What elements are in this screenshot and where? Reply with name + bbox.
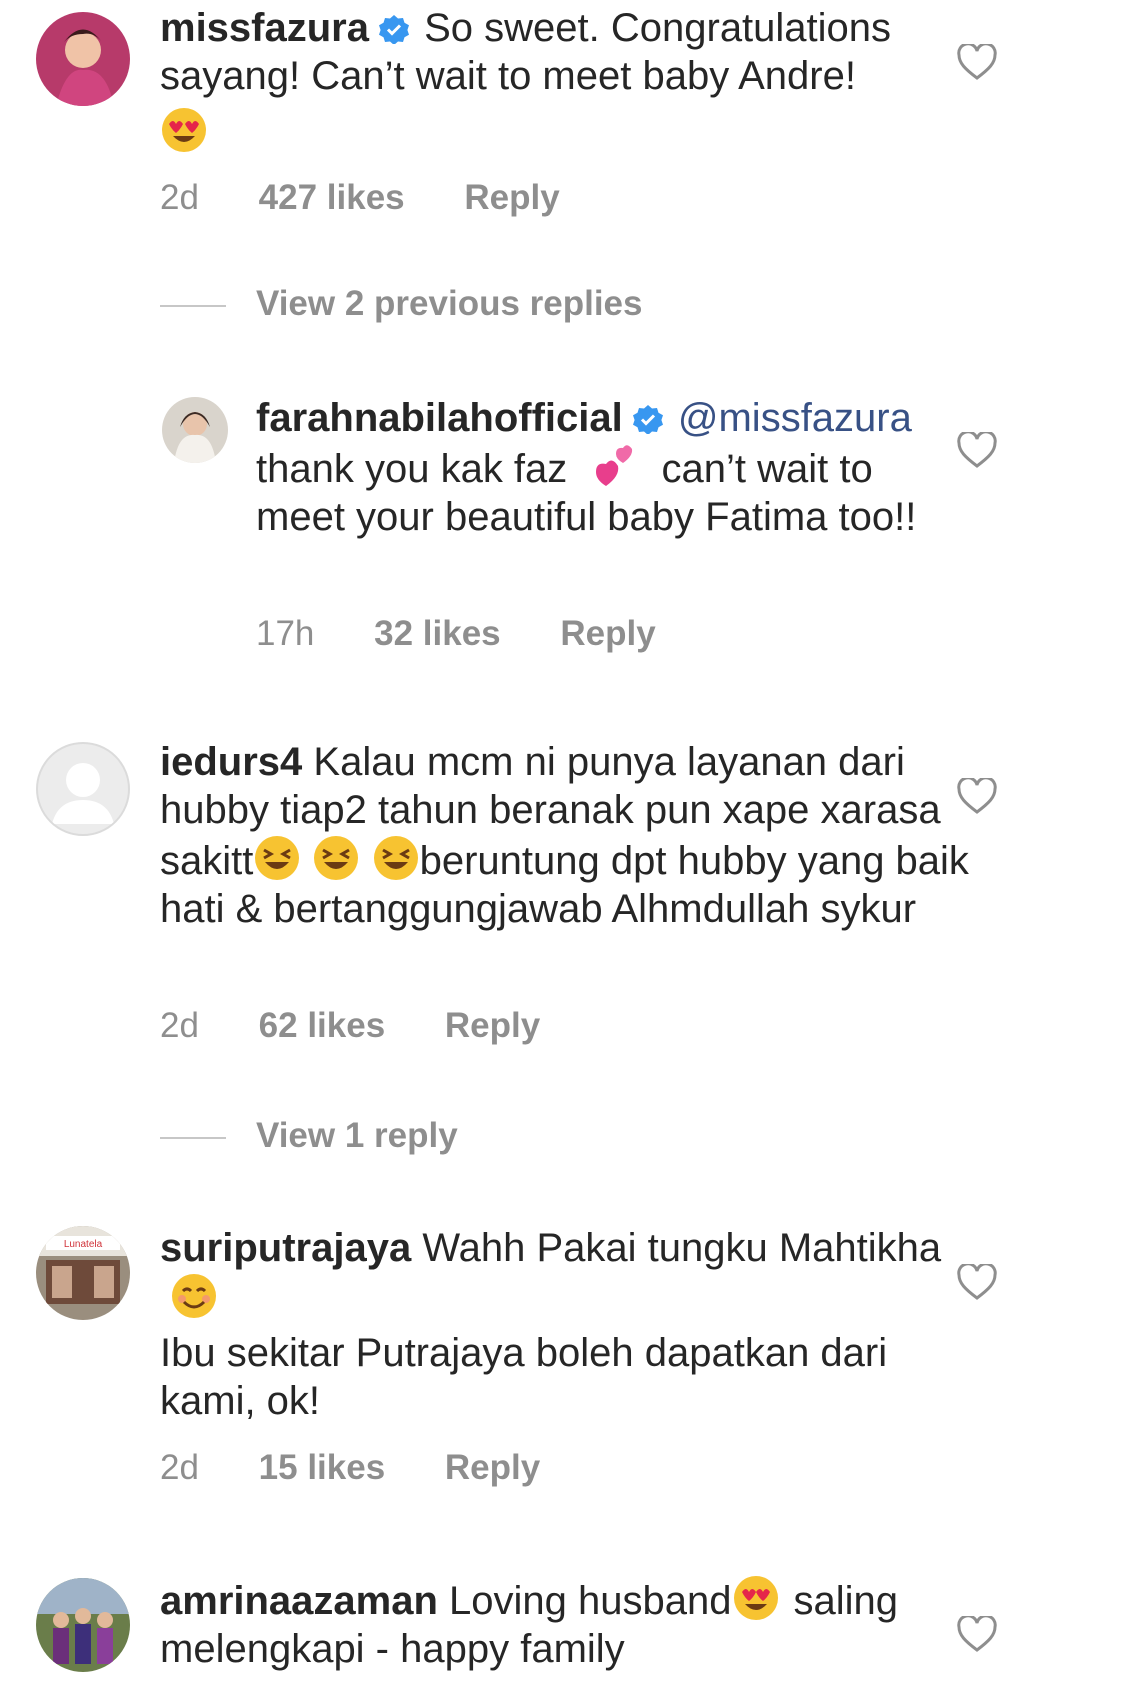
comment-text: Wahh Pakai tungku Mahtikha [422,1226,942,1270]
heart-eyes-emoji-icon [162,108,206,152]
username[interactable]: missfazura [160,6,369,50]
username[interactable]: suriputrajaya [160,1226,411,1270]
divider-line [160,1136,226,1139]
comment-time: 17h [256,614,315,653]
comment-time: 2d [160,178,199,217]
view-replies-button[interactable]: View 1 reply [160,1116,458,1156]
reply-button[interactable]: Reply [445,1448,540,1487]
comment-text: Loving husband [449,1579,732,1623]
avatar[interactable] [36,742,130,836]
comment-time: 2d [160,1006,199,1045]
svg-text:Lunatela: Lunatela [64,1239,103,1250]
verified-badge-icon [378,15,409,44]
laughing-emoji-icon [314,836,359,880]
verified-badge-icon [632,405,663,434]
avatar[interactable] [36,1578,130,1672]
reply-button[interactable]: Reply [445,1006,540,1045]
avatar[interactable] [36,12,130,106]
mention-link[interactable]: @missfazura [678,396,912,440]
laughing-emoji-icon [255,836,300,880]
avatar[interactable] [162,397,228,463]
avatar[interactable]: Lunatela [36,1226,130,1320]
like-heart-icon[interactable] [957,44,997,80]
reply-button[interactable]: Reply [464,178,559,217]
heart-eyes-emoji-icon [733,1576,778,1620]
smiling-emoji-icon [172,1274,216,1318]
comment-text-continued: Ibu sekitar Putrajaya boleh dapatkan dar… [160,1331,888,1423]
reply-button[interactable]: Reply [560,614,655,653]
likes-count[interactable]: 32 likes [374,614,501,653]
like-heart-icon[interactable] [957,778,997,814]
like-heart-icon[interactable] [957,1616,997,1652]
like-heart-icon[interactable] [957,1264,997,1300]
comment-time: 2d [160,1448,199,1487]
laughing-emoji-icon [373,836,418,880]
two-hearts-emoji-icon [596,445,633,486]
username[interactable]: farahnabilahofficial [256,396,623,440]
like-heart-icon[interactable] [957,432,997,468]
divider-line [160,304,226,307]
username[interactable]: amrinaazaman [160,1579,438,1623]
comment-text: thank you kak faz [256,447,568,491]
likes-count[interactable]: 62 likes [259,1006,386,1045]
likes-count[interactable]: 427 likes [259,178,405,217]
username[interactable]: iedurs4 [160,740,302,784]
likes-count[interactable]: 15 likes [259,1448,386,1487]
view-replies-button[interactable]: View 2 previous replies [160,284,643,324]
